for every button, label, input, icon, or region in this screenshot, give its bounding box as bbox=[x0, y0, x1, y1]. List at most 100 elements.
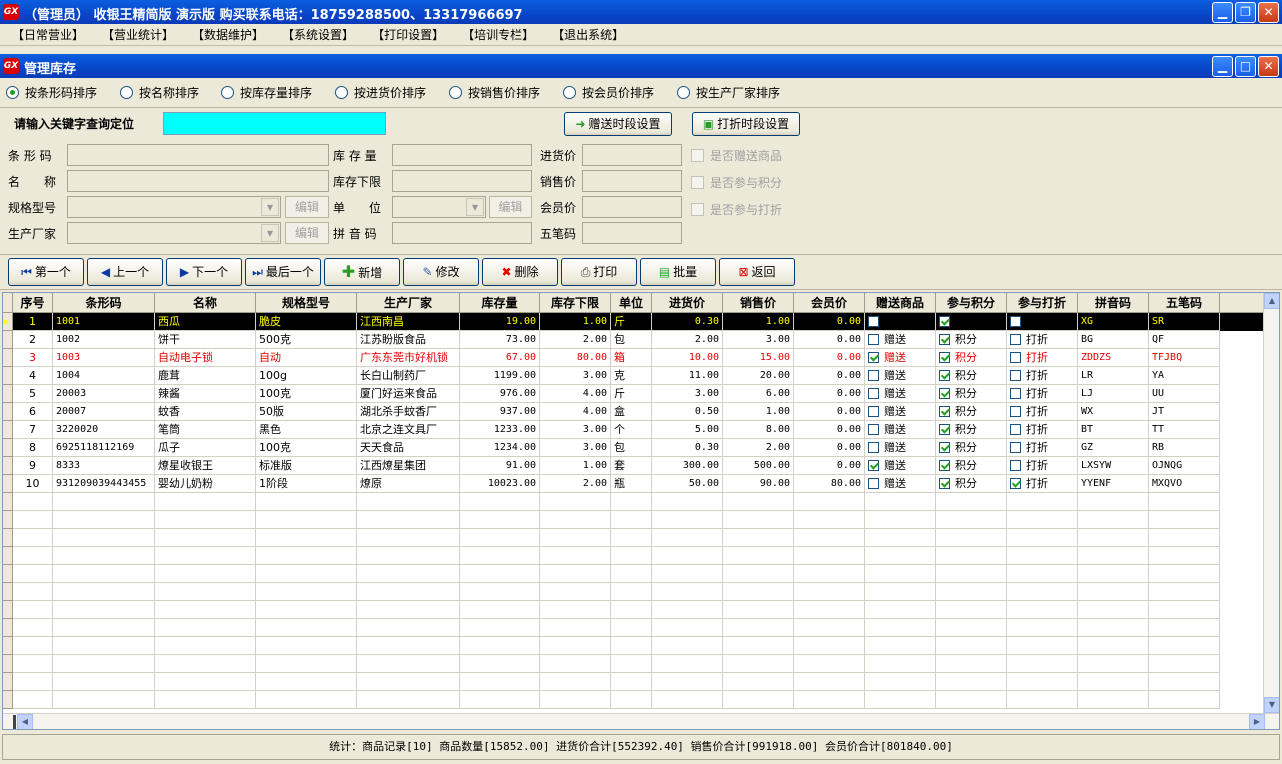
cell-points-col[interactable] bbox=[936, 529, 1007, 547]
table-row[interactable]: 4 1004 鹿茸 100g 长白山制药厂 1199.00 3.00 克 11.00 20.00 0… bbox=[3, 367, 1265, 385]
cell-buy-col[interactable] bbox=[652, 493, 723, 511]
cell-spec-col[interactable]: 黑色 bbox=[256, 421, 357, 439]
header-barcode-col[interactable]: 条形码 bbox=[53, 293, 155, 313]
sort-by-sell-price[interactable]: 按销售价排序 bbox=[449, 86, 540, 100]
cell-discount-col[interactable]: 打折 bbox=[1007, 439, 1078, 457]
cell-member-col[interactable]: 0.00 bbox=[794, 457, 865, 475]
cell-name-col[interactable]: 瓜子 bbox=[155, 439, 256, 457]
cell-stock-min-col[interactable]: 1.00 bbox=[540, 313, 611, 331]
cell-gift-col[interactable] bbox=[865, 619, 936, 637]
checkbox-icon[interactable] bbox=[1010, 460, 1021, 471]
cell-barcode-col[interactable]: 3220020 bbox=[53, 421, 155, 439]
close-icon[interactable]: ✕ bbox=[1258, 56, 1279, 77]
cell-name-col[interactable] bbox=[155, 601, 256, 619]
cell-no-col[interactable] bbox=[13, 655, 53, 673]
cell-spec-col[interactable] bbox=[256, 547, 357, 565]
menu-settings[interactable]: 【系统设置】 bbox=[276, 24, 360, 46]
cell-wubi-col[interactable] bbox=[1149, 565, 1220, 583]
checkbox-icon[interactable] bbox=[868, 370, 879, 381]
checkbox-icon[interactable] bbox=[1010, 388, 1021, 399]
cell-gift-col[interactable]: 赠送 bbox=[865, 349, 936, 367]
cell-buy-col[interactable] bbox=[652, 547, 723, 565]
table-row[interactable]: 3 1003 自动电子锁 自动 广东东莞市好机锁 67.00 80.00 箱 10.00 15.0… bbox=[3, 349, 1265, 367]
cell-buy-col[interactable] bbox=[652, 583, 723, 601]
cell-stock-col[interactable]: 1233.00 bbox=[460, 421, 540, 439]
header-discount-col[interactable]: 参与打折 bbox=[1007, 293, 1078, 313]
cell-sell-col[interactable]: 1.00 bbox=[723, 403, 794, 421]
cell-pinyin-col[interactable] bbox=[1078, 529, 1149, 547]
cell-spec-col[interactable] bbox=[256, 691, 357, 709]
header-buy-col[interactable]: 进货价 bbox=[652, 293, 723, 313]
header-sell-col[interactable]: 销售价 bbox=[723, 293, 794, 313]
cell-barcode-col[interactable] bbox=[53, 583, 155, 601]
checkbox-icon[interactable] bbox=[939, 460, 950, 471]
cell-name-col[interactable]: 笔筒 bbox=[155, 421, 256, 439]
table-row[interactable]: ▶ 1 1001 西瓜 脆皮 江西南昌 19.00 1.00 斤 0.30 1.00 0.00 XG SR bbox=[3, 313, 1265, 331]
cell-maker-col[interactable] bbox=[357, 673, 460, 691]
cell-unit-col[interactable] bbox=[611, 547, 652, 565]
cell-points-col[interactable]: 积分 bbox=[936, 457, 1007, 475]
cell-unit-col[interactable]: 斤 bbox=[611, 313, 652, 331]
cell-pinyin-col[interactable]: ZDDZS bbox=[1078, 349, 1149, 367]
cell-maker-col[interactable] bbox=[357, 547, 460, 565]
cell-points-col[interactable]: 积分 bbox=[936, 475, 1007, 493]
cell-buy-col[interactable] bbox=[652, 601, 723, 619]
cell-unit-col[interactable]: 包 bbox=[611, 331, 652, 349]
cell-points-col[interactable] bbox=[936, 565, 1007, 583]
checkbox-icon[interactable] bbox=[868, 334, 879, 345]
cell-pinyin-col[interactable]: LJ bbox=[1078, 385, 1149, 403]
cell-gift-col[interactable] bbox=[865, 547, 936, 565]
cell-sell-col[interactable]: 15.00 bbox=[723, 349, 794, 367]
cell-no-col[interactable]: 10 bbox=[13, 475, 53, 493]
last-button[interactable]: ⏭ 最后一个 bbox=[245, 258, 321, 286]
pinyin-field[interactable] bbox=[392, 222, 532, 244]
cell-gift-col[interactable] bbox=[865, 529, 936, 547]
cell-gift-col[interactable] bbox=[865, 493, 936, 511]
cell-gift-col[interactable] bbox=[865, 601, 936, 619]
cell-discount-col[interactable]: 打折 bbox=[1007, 457, 1078, 475]
cell-maker-col[interactable]: 燎原 bbox=[357, 475, 460, 493]
cell-maker-col[interactable]: 江西燎星集团 bbox=[357, 457, 460, 475]
cell-unit-col[interactable] bbox=[611, 619, 652, 637]
cell-points-col[interactable] bbox=[936, 601, 1007, 619]
checkbox-icon[interactable] bbox=[868, 442, 879, 453]
header-maker-col[interactable]: 生产厂家 bbox=[357, 293, 460, 313]
cell-maker-col[interactable] bbox=[357, 529, 460, 547]
header-unit-col[interactable]: 单位 bbox=[611, 293, 652, 313]
cell-spec-col[interactable]: 标准版 bbox=[256, 457, 357, 475]
cell-wubi-col[interactable] bbox=[1149, 529, 1220, 547]
cell-buy-col[interactable] bbox=[652, 565, 723, 583]
cell-pinyin-col[interactable] bbox=[1078, 655, 1149, 673]
cell-maker-col[interactable]: 江苏盼版食品 bbox=[357, 331, 460, 349]
cell-barcode-col[interactable] bbox=[53, 673, 155, 691]
cell-barcode-col[interactable]: 931209039443455 bbox=[53, 475, 155, 493]
cell-discount-col[interactable] bbox=[1007, 619, 1078, 637]
cell-stock-col[interactable]: 67.00 bbox=[460, 349, 540, 367]
checkbox-icon[interactable] bbox=[1010, 478, 1021, 489]
cell-name-col[interactable] bbox=[155, 691, 256, 709]
cell-stock-col[interactable] bbox=[460, 691, 540, 709]
cell-no-col[interactable]: 1 bbox=[13, 313, 53, 331]
cell-member-col[interactable]: 80.00 bbox=[794, 475, 865, 493]
cell-stock-col[interactable]: 937.00 bbox=[460, 403, 540, 421]
table-row[interactable]: 7 3220020 笔筒 黑色 北京之连文具厂 1233.00 3.00 个 5.00 8.00 0… bbox=[3, 421, 1265, 439]
search-input[interactable] bbox=[163, 112, 386, 135]
is-points-checkbox[interactable]: 是否参与积分 bbox=[691, 175, 782, 191]
cell-discount-col[interactable]: 打折 bbox=[1007, 421, 1078, 439]
table-row[interactable]: 6 20007 蚊香 50版 湖北杀手蚊香厂 937.00 4.00 盒 0.50 1.00 0.0… bbox=[3, 403, 1265, 421]
cell-member-col[interactable] bbox=[794, 583, 865, 601]
cell-maker-col[interactable] bbox=[357, 583, 460, 601]
cell-maker-col[interactable] bbox=[357, 619, 460, 637]
cell-sell-col[interactable]: 8.00 bbox=[723, 421, 794, 439]
stock-min-field[interactable] bbox=[392, 170, 532, 192]
cell-barcode-col[interactable]: 1004 bbox=[53, 367, 155, 385]
cell-points-col[interactable]: 积分 bbox=[936, 349, 1007, 367]
cell-sell-col[interactable] bbox=[723, 511, 794, 529]
cell-stock-min-col[interactable] bbox=[540, 547, 611, 565]
sort-by-buy-price[interactable]: 按进货价排序 bbox=[335, 86, 426, 100]
cell-member-col[interactable] bbox=[794, 529, 865, 547]
unit-edit-button[interactable]: 编辑 bbox=[489, 196, 532, 218]
cell-barcode-col[interactable]: 1003 bbox=[53, 349, 155, 367]
cell-barcode-col[interactable]: 20007 bbox=[53, 403, 155, 421]
cell-maker-col[interactable] bbox=[357, 493, 460, 511]
